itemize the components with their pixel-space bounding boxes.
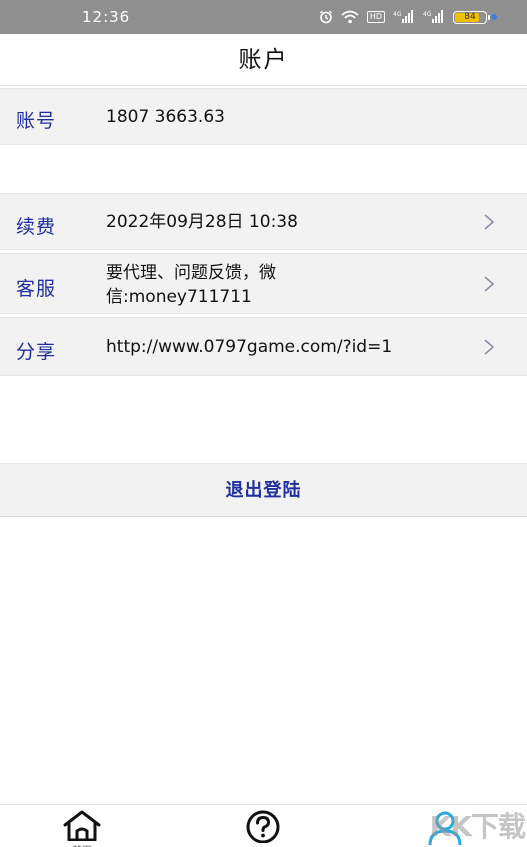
page-header: 账户: [0, 34, 527, 86]
home-icon: [63, 810, 101, 841]
tab-help[interactable]: 帮助: [233, 809, 293, 847]
share-row[interactable]: 分享 http://www.0797game.com/?id=1: [0, 317, 527, 376]
chevron-right-icon[interactable]: [483, 338, 495, 356]
status-bar: 12:36 HD 4G 4G 84: [0, 0, 527, 34]
account-label: 账号: [16, 110, 57, 132]
charging-icon: [491, 14, 497, 20]
account-value: 1807 3663.63: [106, 107, 225, 127]
signal-icon: 4G: [393, 10, 413, 23]
tab-bar: 首页 帮助 我的 KK下载: [0, 804, 527, 847]
page-title: 账户: [238, 47, 289, 73]
status-time: 12:36: [82, 8, 131, 26]
battery-level: 84: [464, 12, 476, 22]
chevron-right-icon[interactable]: [483, 275, 495, 293]
renew-expiry-value: 2022年09月28日 10:38: [106, 212, 298, 232]
logout-label: 退出登陆: [225, 480, 302, 501]
customer-service-line2: 信:money711711: [106, 287, 252, 307]
share-link[interactable]: http://www.0797game.com/?id=1: [106, 336, 392, 359]
svg-text:4G: 4G: [423, 11, 432, 18]
help-icon: [246, 810, 280, 843]
customer-service-row[interactable]: 客服 要代理、问题反馈，微 信:money711711: [0, 253, 527, 314]
svg-text:4G: 4G: [393, 11, 402, 18]
account-row: 账号 1807 3663.63: [0, 88, 527, 145]
battery-tip: [488, 14, 490, 20]
hd-icon: HD: [366, 11, 385, 23]
chevron-right-icon[interactable]: [483, 213, 495, 231]
customer-service-line1: 要代理、问题反馈，微: [106, 263, 276, 283]
renew-row[interactable]: 续费 2022年09月28日 10:38: [0, 193, 527, 250]
status-icons: HD 4G 4G 84: [319, 9, 497, 25]
battery-icon: 84: [453, 10, 490, 24]
watermark-logo: KK下载: [429, 810, 526, 843]
logout-button[interactable]: 退出登陆: [0, 463, 527, 517]
tab-home[interactable]: 首页: [52, 809, 112, 847]
share-label: 分享: [16, 341, 57, 363]
alarm-icon: [319, 10, 332, 24]
signal-icon: 4G: [423, 10, 443, 23]
renew-label: 续费: [16, 216, 57, 238]
wifi-icon: [341, 10, 359, 24]
tab-home-label: 首页: [52, 842, 112, 847]
customer-service-label: 客服: [16, 278, 57, 300]
